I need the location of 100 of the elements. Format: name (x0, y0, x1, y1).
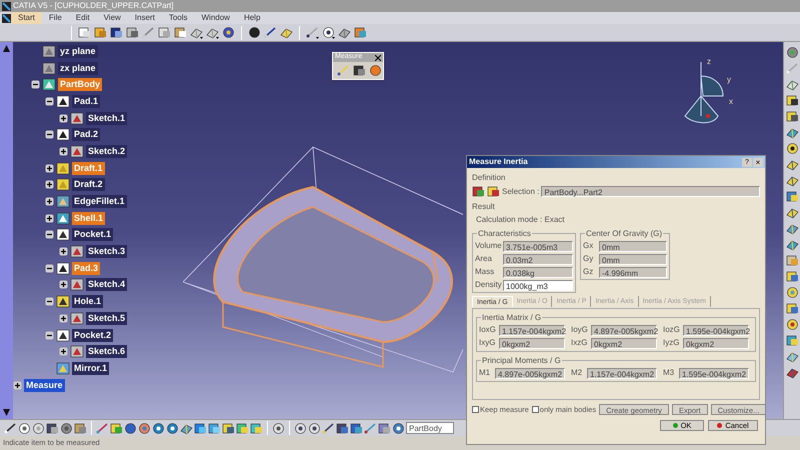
point-icon[interactable] (248, 26, 261, 39)
menu-item[interactable]: Window (194, 12, 237, 24)
save-icon[interactable] (110, 26, 123, 39)
selection-mode-icon[interactable] (487, 185, 500, 198)
hole-icon[interactable] (786, 142, 798, 155)
translate-icon[interactable] (786, 254, 798, 267)
swap-icon[interactable] (250, 422, 263, 434)
tree-item[interactable]: yz plane (58, 44, 98, 58)
tree-item[interactable]: Hole.1 (72, 295, 104, 308)
tree-item[interactable]: Sketch.6 (86, 345, 128, 358)
open-folder-icon[interactable] (94, 26, 107, 39)
value-field: 3.751e-005m3 (503, 240, 573, 252)
tree-item[interactable]: Sketch.4 (86, 278, 128, 292)
pocket-icon[interactable] (786, 110, 798, 123)
close-icon[interactable] (375, 54, 381, 60)
close-button[interactable]: × (753, 158, 763, 166)
tree-item[interactable]: zx plane (58, 62, 98, 75)
measure-item-icon[interactable] (353, 64, 366, 77)
expand-icon[interactable] (59, 114, 68, 123)
checkbox[interactable] (532, 406, 539, 414)
tree-item[interactable]: Sketch.1 (86, 112, 128, 125)
menu-item[interactable]: View (96, 12, 128, 24)
value-field: 0kgxm2 (499, 338, 565, 348)
print-icon[interactable] (126, 26, 139, 39)
scroll-down-icon[interactable] (2, 408, 11, 417)
expand-icon[interactable] (59, 347, 68, 356)
expand-icon[interactable] (45, 180, 54, 190)
expand-icon[interactable] (45, 197, 54, 206)
tree-item[interactable]: Pad.2 (72, 128, 100, 142)
catalog-icon[interactable] (74, 422, 87, 434)
collapse-icon[interactable] (31, 80, 40, 90)
expand-icon[interactable] (45, 164, 54, 173)
current-body-field[interactable]: PartBody (406, 422, 454, 434)
sketch-tool-icon[interactable] (338, 26, 351, 39)
tree-item[interactable]: Sketch.5 (86, 312, 128, 325)
checkbox[interactable] (472, 406, 479, 414)
collapse-icon[interactable] (45, 297, 54, 306)
pocket-icon (56, 328, 70, 342)
menu-item[interactable]: Insert (128, 12, 162, 24)
tree-icon[interactable] (336, 422, 349, 434)
tree-item[interactable]: Pocket.2 (72, 328, 114, 342)
tree-item[interactable]: Pocket.1 (72, 228, 114, 242)
field-label: Mass (475, 266, 496, 278)
sketcher-icon[interactable] (354, 26, 367, 39)
input-field[interactable]: 1000kg_m3 (503, 280, 573, 290)
tree-item[interactable]: Sketch.2 (86, 144, 128, 158)
scroll-up-icon[interactable] (2, 44, 11, 53)
cube-view-icon[interactable] (208, 422, 221, 434)
tree-scrollbar[interactable] (0, 42, 13, 419)
analysis-icon[interactable] (786, 334, 798, 347)
paste-icon[interactable] (174, 26, 187, 39)
field-label: Gx (583, 240, 594, 252)
draft-icon[interactable] (786, 206, 798, 219)
pad-icon (56, 94, 70, 108)
expand-icon[interactable] (59, 280, 68, 290)
fillet-icon[interactable] (786, 190, 798, 203)
menu-item[interactable]: Help (236, 12, 268, 24)
plane-icon[interactable] (280, 26, 293, 39)
table-icon[interactable] (46, 422, 59, 434)
thread-icon[interactable] (786, 238, 798, 251)
tree-item[interactable]: Mirror.1 (72, 362, 110, 375)
menu-item[interactable]: Start (11, 12, 42, 24)
value-field: 4.897e-005kgxm2 (591, 324, 657, 336)
expand-icon[interactable] (13, 380, 22, 390)
measure-between-icon[interactable] (337, 64, 350, 77)
menu-item[interactable]: Tools (162, 12, 194, 24)
expand-icon[interactable] (59, 247, 68, 256)
rib-icon[interactable] (786, 158, 798, 171)
collapse-icon[interactable] (45, 264, 54, 273)
tree-item[interactable]: Sketch.3 (86, 245, 128, 258)
line-icon[interactable] (264, 26, 277, 39)
measure-mode-icon[interactable] (472, 185, 485, 198)
shell-icon[interactable] (786, 222, 798, 235)
part-icon[interactable] (786, 366, 798, 379)
slot-icon[interactable] (786, 174, 798, 187)
stack-icon[interactable] (378, 422, 391, 434)
collapse-icon[interactable] (45, 96, 54, 106)
menu-item[interactable]: File (42, 12, 69, 24)
render-icon[interactable] (222, 422, 235, 434)
new-file-icon[interactable] (78, 26, 91, 39)
menu-item[interactable]: Edit (68, 12, 97, 24)
view-icon[interactable] (194, 422, 207, 434)
pad-icon[interactable] (786, 94, 798, 107)
tree-item[interactable]: Draft.2 (72, 178, 105, 192)
tree-item[interactable]: Measure (24, 378, 65, 392)
expand-icon[interactable] (59, 146, 68, 156)
collapse-icon[interactable] (45, 130, 54, 140)
layer-icon[interactable] (350, 422, 363, 434)
expand-icon[interactable] (59, 314, 68, 323)
sketch-icon[interactable] (786, 78, 798, 91)
copy-icon[interactable] (158, 26, 171, 39)
shaft-icon[interactable] (786, 126, 798, 139)
hide-icon[interactable] (236, 422, 249, 434)
tree-item[interactable]: EdgeFillet.1 (72, 195, 127, 208)
expand-icon[interactable] (45, 214, 54, 223)
collapse-icon[interactable] (45, 230, 54, 240)
tree-item[interactable]: Pad.1 (72, 94, 100, 108)
measure-inertia-icon[interactable] (369, 64, 382, 77)
surface-icon[interactable] (786, 350, 798, 363)
collapse-icon[interactable] (45, 330, 54, 340)
